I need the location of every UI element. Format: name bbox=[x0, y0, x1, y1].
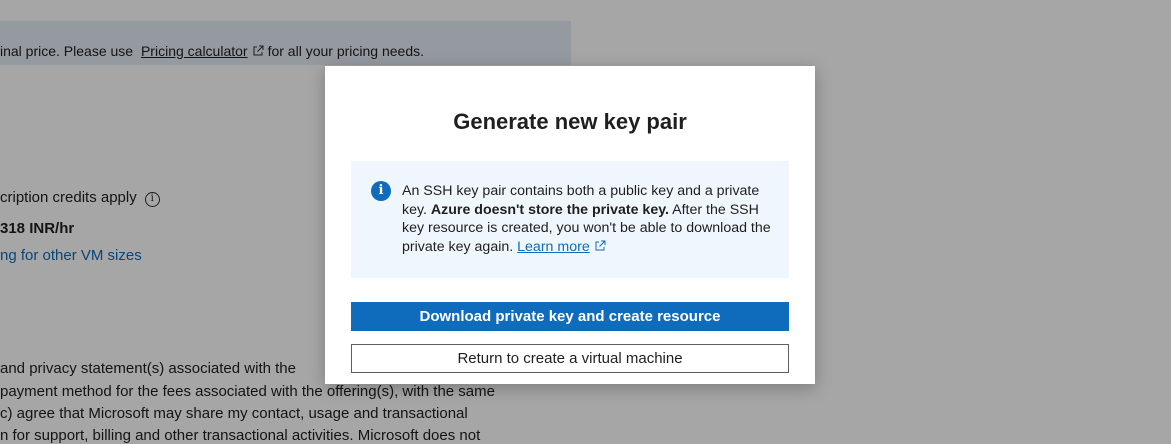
return-to-create-vm-button[interactable]: Return to create a virtual machine bbox=[351, 344, 789, 373]
info-message-box: i An SSH key pair contains both a public… bbox=[351, 161, 789, 278]
info-text-bold: Azure doesn't store the private key. bbox=[430, 201, 669, 218]
download-private-key-button[interactable]: Download private key and create resource bbox=[351, 302, 789, 331]
info-message-text: An SSH key pair contains both a public k… bbox=[402, 182, 772, 256]
learn-more-link[interactable]: Learn more bbox=[517, 239, 590, 255]
external-link-icon bbox=[595, 240, 606, 250]
info-icon: i bbox=[371, 181, 391, 201]
generate-key-pair-dialog: Generate new key pair i An SSH key pair … bbox=[325, 66, 815, 384]
dialog-title: Generate new key pair bbox=[453, 109, 687, 134]
